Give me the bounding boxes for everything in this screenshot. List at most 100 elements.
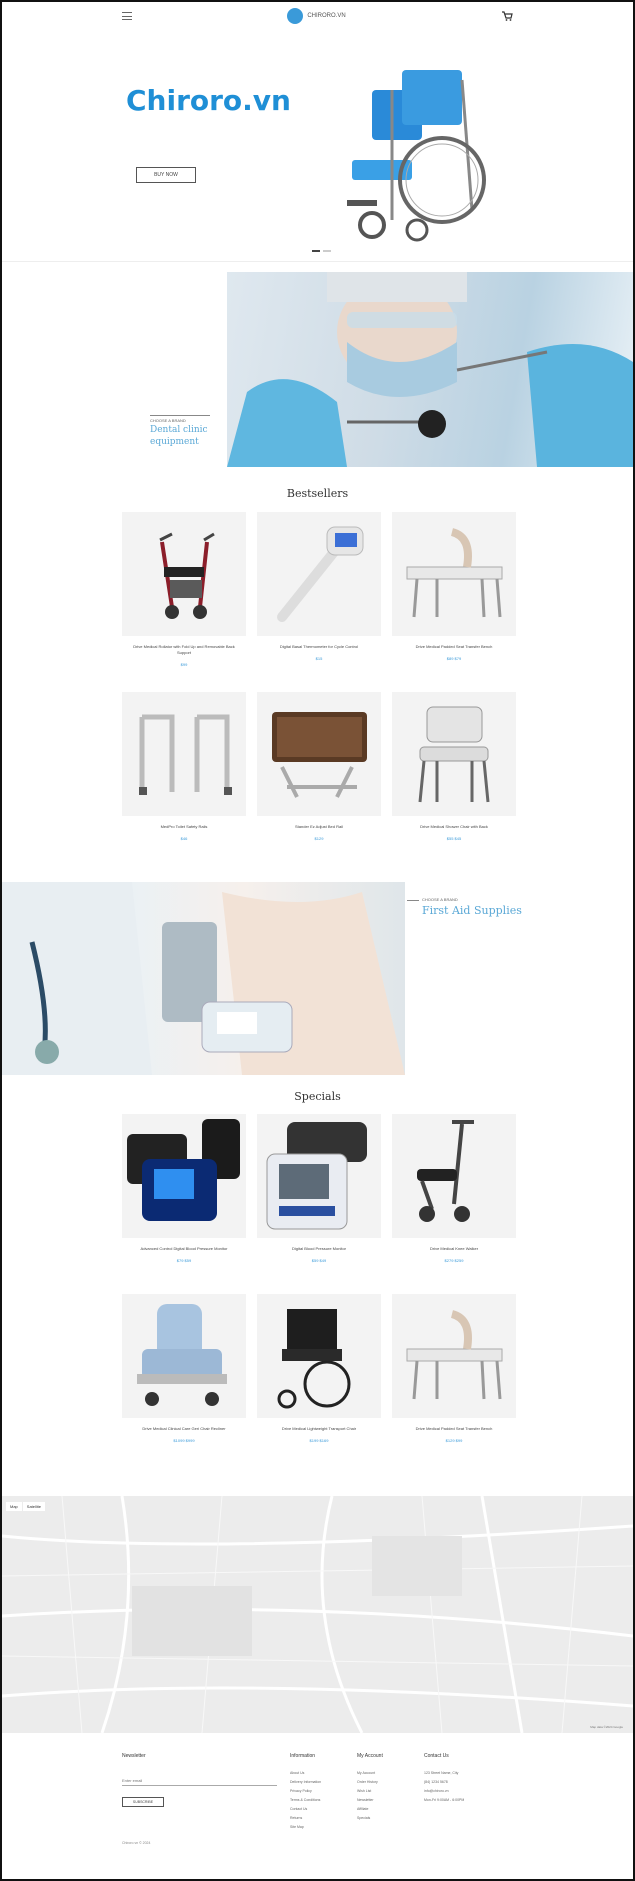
specials-title: Specials — [294, 1090, 341, 1103]
product-name[interactable]: Drive Medical Lightweight Transport Chai… — [257, 1426, 381, 1432]
product-price: $46 — [180, 836, 188, 841]
bestsellers-title: Bestsellers — [286, 487, 349, 500]
product-name[interactable]: Digital Basal Thermometer for Cycle Cont… — [257, 644, 381, 650]
product-card[interactable]: Drive Medical Padded Seat Transfer Bench… — [392, 1294, 516, 1474]
site-logo[interactable]: CHIRORO.VN — [287, 8, 346, 24]
product-image-shower-chair — [392, 692, 516, 816]
footer-newsletter: Newsletter SUBSCRIBE — [122, 1753, 277, 1808]
footer-link[interactable]: My Account — [357, 1769, 383, 1778]
banner2-kicker: CHOOSE A BRAND — [422, 897, 458, 902]
product-card[interactable]: Advanced Control Digital Blood Pressure … — [122, 1114, 246, 1294]
information-title: Information — [290, 1753, 316, 1759]
footer-link[interactable]: Returns — [290, 1814, 321, 1823]
product-image-thermometer — [257, 512, 381, 636]
product-card[interactable]: Drive Medical Clinical Care Geri Chair R… — [122, 1294, 246, 1474]
slider-dots[interactable] — [312, 250, 331, 252]
map-type-tabs: Map Satellite — [6, 1502, 46, 1511]
footer-contact: Contact Us 123 Street Name, City (84) 12… — [424, 1753, 464, 1805]
product-image-bp-monitor — [257, 1114, 381, 1238]
product-price: $79 $59 — [176, 1258, 192, 1263]
footer-link[interactable]: Specials — [357, 1814, 383, 1823]
contact-hours: Mon-Fri 9:00AM - 6:00PM — [424, 1798, 465, 1802]
product-card[interactable]: Drive Medical Shower Chair with Back $55… — [392, 692, 516, 872]
product-card[interactable]: MedPro Toilet Safety Rails $46 — [122, 692, 246, 872]
product-name[interactable]: Digital Blood Pressure Monitor — [257, 1246, 381, 1252]
dental-banner — [2, 262, 633, 472]
product-image-bed-rail — [257, 692, 381, 816]
footer-link[interactable]: Delivery Information — [290, 1778, 321, 1787]
product-card[interactable]: Stander Ez Adjust Bed Rail $129 — [257, 692, 381, 872]
copyright-text: Chiroro.vn © 2024 — [122, 1841, 151, 1845]
product-price: $15 — [315, 656, 323, 661]
footer-link[interactable]: Contact Us — [290, 1805, 321, 1814]
specials-grid: Advanced Control Digital Blood Pressure … — [122, 1114, 516, 1474]
hero-buy-button[interactable]: BUY NOW — [136, 167, 196, 183]
footer-link[interactable]: Affiliate — [357, 1805, 383, 1814]
product-card[interactable]: Drive Medical Rollator with Fold Up and … — [122, 512, 246, 692]
contact-email[interactable]: info@chiroro.vn — [424, 1787, 464, 1796]
product-card[interactable]: Digital Blood Pressure Monitor $59 $49 — [257, 1114, 381, 1294]
product-name[interactable]: Drive Medical Knee Walker — [392, 1246, 516, 1252]
banner2-title[interactable]: First Aid Supplies — [422, 904, 522, 917]
product-card[interactable]: Drive Medical Lightweight Transport Chai… — [257, 1294, 381, 1474]
footer-link[interactable]: Newsletter — [357, 1796, 383, 1805]
product-price: $129 $99 — [445, 1438, 463, 1443]
site-footer: Newsletter SUBSCRIBE Information About U… — [2, 1733, 633, 1879]
product-image-geri-chair — [122, 1294, 246, 1418]
footer-link[interactable]: Site Map — [290, 1823, 321, 1832]
product-image-bp-monitor-advanced — [122, 1114, 246, 1238]
product-price: $59 $49 — [311, 1258, 327, 1263]
newsletter-email-input[interactable] — [122, 1776, 277, 1786]
contact-address: 123 Street Name, City — [424, 1771, 459, 1775]
cart-icon[interactable] — [501, 11, 513, 21]
product-image-toilet-rails — [122, 692, 246, 816]
product-name[interactable]: Drive Medical Padded Seat Transfer Bench — [392, 1426, 516, 1432]
product-name[interactable]: Drive Medical Clinical Care Geri Chair R… — [122, 1426, 246, 1432]
contact-phone[interactable]: (84) 1234 5678 — [424, 1778, 464, 1787]
banner-rule — [150, 415, 210, 416]
hero-slider: Chiroro.vn BUY NOW — [2, 30, 633, 262]
product-card[interactable]: Drive Medical Knee Walker $279 $259 — [392, 1114, 516, 1294]
hero-title: Chiroro.vn — [126, 84, 291, 117]
product-price: $89 $79 — [446, 656, 462, 661]
map-tab-satellite[interactable]: Satellite — [22, 1502, 46, 1511]
newsletter-title: Newsletter — [122, 1753, 146, 1759]
product-image-rollator — [122, 512, 246, 636]
product-name[interactable]: Drive Medical Shower Chair with Back — [392, 824, 516, 830]
hamburger-menu-icon[interactable] — [122, 12, 132, 20]
account-title: My Account — [357, 1753, 383, 1759]
contact-title: Contact Us — [424, 1753, 449, 1759]
store-map[interactable]: Map Satellite Map data ©2024 Google — [2, 1496, 633, 1733]
product-name[interactable]: Stander Ez Adjust Bed Rail — [257, 824, 381, 830]
first-aid-banner — [2, 882, 633, 1078]
product-image-transfer-bench — [392, 512, 516, 636]
bestsellers-grid: Drive Medical Rollator with Fold Up and … — [122, 512, 516, 872]
footer-link[interactable]: Wish List — [357, 1787, 383, 1796]
map-credit: Map data ©2024 Google — [590, 1725, 623, 1729]
product-name[interactable]: Advanced Control Digital Blood Pressure … — [122, 1246, 246, 1252]
map-tab-map[interactable]: Map — [6, 1502, 22, 1511]
footer-link[interactable]: Privacy Policy — [290, 1787, 321, 1796]
product-name[interactable]: Drive Medical Rollator with Fold Up and … — [122, 644, 246, 656]
product-price: $199 $169 — [309, 1438, 329, 1443]
newsletter-subscribe-button[interactable]: SUBSCRIBE — [122, 1797, 164, 1807]
footer-link[interactable]: Order History — [357, 1778, 383, 1787]
product-image-knee-walker — [392, 1114, 516, 1238]
footer-link[interactable]: Terms & Conditions — [290, 1796, 321, 1805]
product-name[interactable]: MedPro Toilet Safety Rails — [122, 824, 246, 830]
product-image-transport-chair — [257, 1294, 381, 1418]
product-card[interactable]: Digital Basal Thermometer for Cycle Cont… — [257, 512, 381, 692]
logo-text: CHIRORO.VN — [307, 13, 346, 19]
product-card[interactable]: Drive Medical Padded Seat Transfer Bench… — [392, 512, 516, 692]
product-price: $99 — [180, 662, 188, 667]
product-price: $1099 $999 — [173, 1438, 195, 1443]
banner-title[interactable]: Dental clinic equipment — [150, 424, 220, 448]
product-price: $129 — [314, 836, 324, 841]
banner-kicker: CHOOSE A BRAND — [150, 418, 186, 423]
footer-information: Information About Us Delivery Informatio… — [290, 1753, 321, 1832]
banner2-rule — [407, 900, 419, 901]
site-header: CHIRORO.VN — [2, 2, 633, 30]
footer-link[interactable]: About Us — [290, 1769, 321, 1778]
product-name[interactable]: Drive Medical Padded Seat Transfer Bench — [392, 644, 516, 650]
footer-account: My Account My Account Order History Wish… — [357, 1753, 383, 1823]
